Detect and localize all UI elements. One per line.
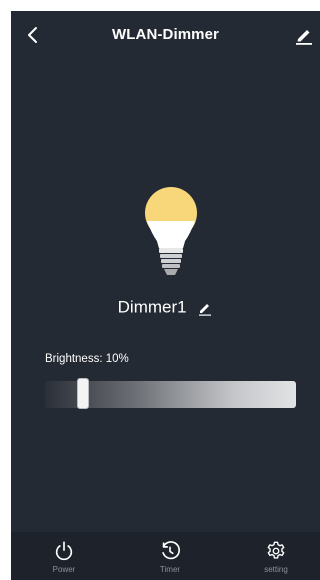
tab-setting[interactable]: setting [241, 540, 311, 575]
pencil-icon[interactable] [292, 23, 316, 47]
app-screen: WLAN-Dimmer Dimmer1 Brightness: 10% Powe… [11, 11, 320, 580]
bottom-nav: Power Timer setting [11, 532, 320, 580]
tab-timer[interactable]: Timer [135, 540, 205, 575]
tab-label: Power [52, 565, 76, 574]
tab-label: Timer [159, 565, 181, 574]
power-icon [55, 541, 73, 561]
page-title: WLAN-Dimmer [112, 26, 219, 43]
brightness-label: Brightness: 10% [45, 353, 129, 365]
top-bar: WLAN-Dimmer [11, 11, 320, 59]
light-bulb-icon[interactable] [138, 186, 204, 278]
device-name-row: Dimmer1 [11, 297, 320, 318]
slider-handle[interactable] [77, 378, 90, 409]
brightness-slider[interactable] [45, 378, 296, 409]
tab-label: setting [264, 565, 288, 574]
pencil-icon[interactable] [197, 300, 213, 316]
device-name: Dimmer1 [117, 297, 187, 317]
timer-icon [162, 541, 180, 560]
tab-power[interactable]: Power [29, 540, 99, 575]
gear-icon [267, 541, 285, 559]
